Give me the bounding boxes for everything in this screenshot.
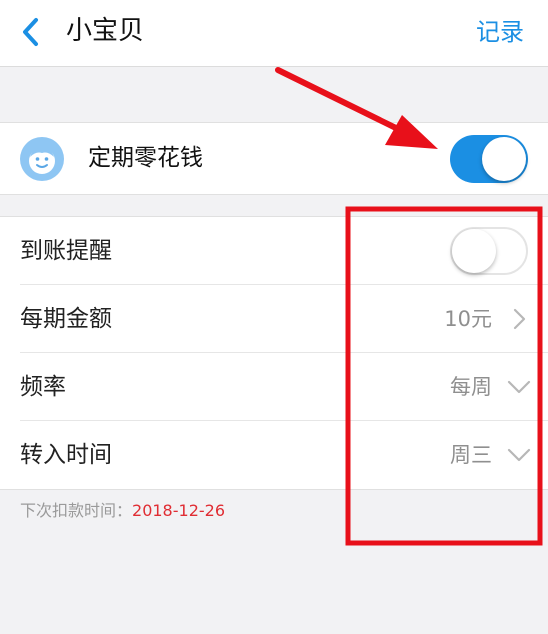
setting-label: 转入时间	[20, 442, 112, 468]
back-button[interactable]	[14, 14, 50, 50]
toggle-knob	[452, 229, 496, 273]
allowance-title: 定期零花钱	[88, 145, 203, 171]
page-title: 小宝贝	[66, 16, 145, 46]
setting-label: 每期金额	[20, 306, 112, 332]
record-button[interactable]: 记录	[476, 13, 524, 51]
chevron-right-icon	[513, 308, 526, 330]
setting-label: 到账提醒	[20, 238, 112, 264]
arrival-reminder-toggle[interactable]	[450, 227, 528, 275]
allowance-card: 定期零花钱	[0, 122, 548, 195]
chevron-down-icon	[507, 380, 531, 394]
setting-transfer-time[interactable]: 转入时间 周三	[0, 421, 548, 489]
setting-value: 10元	[444, 307, 492, 331]
chevron-left-icon	[23, 18, 38, 46]
setting-value: 周三	[450, 443, 492, 467]
next-deduction-date: 2018-12-26	[132, 501, 225, 520]
settings-group: 到账提醒 每期金额 10元 频率 每周 转入时间 周三	[0, 216, 548, 490]
next-deduction-note: 下次扣款时间：2018-12-26	[20, 498, 225, 524]
baby-face-icon	[20, 137, 64, 181]
navigation-bar: 小宝贝 记录	[0, 0, 548, 67]
toggle-knob	[482, 137, 526, 181]
setting-frequency[interactable]: 频率 每周	[0, 353, 548, 421]
setting-arrival-reminder: 到账提醒	[0, 217, 548, 285]
chevron-down-icon	[507, 448, 531, 462]
setting-label: 频率	[20, 374, 66, 400]
allowance-toggle[interactable]	[450, 135, 528, 183]
setting-value: 每周	[450, 375, 492, 399]
setting-amount-per-period[interactable]: 每期金额 10元	[0, 285, 548, 353]
next-deduction-label: 下次扣款时间：	[20, 501, 133, 520]
